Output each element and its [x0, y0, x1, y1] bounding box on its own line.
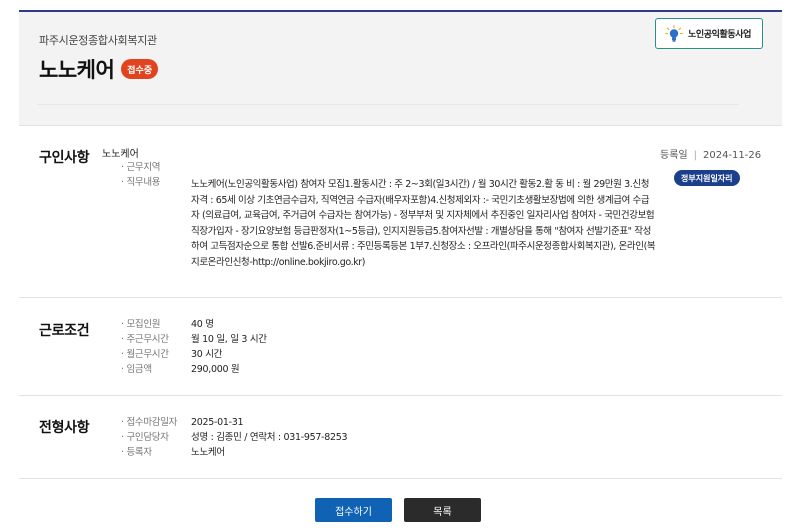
- condition-value: 290,000 원: [191, 364, 240, 375]
- condition-label: · 월근무시간: [121, 349, 169, 360]
- page-title: 노노케어: [39, 58, 115, 82]
- apply-button[interactable]: 접수하기: [315, 498, 392, 522]
- screening-value: 노노케어: [191, 447, 225, 458]
- screening-label: · 접수마감일자: [121, 417, 178, 428]
- section-title-recruit: 구인사항: [39, 150, 90, 166]
- list-button[interactable]: 목록: [404, 498, 481, 522]
- condition-label: · 주근무시간: [121, 334, 169, 345]
- section-title-screening: 전형사항: [39, 420, 90, 436]
- program-badge-label: 노인공익활동사업: [688, 30, 752, 40]
- page-header: 파주시운정종합사회복지관 노노케어 접수중 노인공익활동사업: [19, 12, 782, 125]
- reg-date-value: 2024-11-26: [702, 150, 762, 161]
- job-desc-label: · 직무내용: [121, 177, 161, 188]
- screening-row: · 접수마감일자 2025-01-31: [121, 415, 244, 430]
- lightbulb-icon: [665, 24, 683, 43]
- job-desc-row: · 직무내용: [121, 175, 191, 190]
- condition-row: · 주근무시간 월 10 일, 일 3 시간: [121, 332, 267, 347]
- condition-value: 40 명: [191, 319, 214, 330]
- gov-job-badge: 정부지원일자리: [674, 170, 740, 186]
- section-divider: [19, 125, 782, 126]
- screening-label: · 구인담당자: [121, 432, 169, 443]
- work-area-label: · 근무지역: [121, 162, 161, 173]
- section-divider: [19, 297, 782, 298]
- work-area-row: · 근무지역: [121, 160, 191, 175]
- reg-date-label: 등록일: [660, 150, 688, 161]
- screening-row: · 구인담당자 성명 : 김종민 / 연락처 : 031-957-8253: [121, 430, 348, 445]
- status-badge: 접수중: [121, 59, 159, 79]
- condition-row: · 임금액 290,000 원: [121, 362, 240, 377]
- title-row: 노노케어 접수중: [39, 54, 159, 84]
- screening-row: · 등록자 노노케어: [121, 445, 225, 460]
- org-name: 파주시운정종합사회복지관: [39, 34, 157, 47]
- condition-value: 30 시간: [191, 349, 223, 360]
- condition-row: · 모집인원 40 명: [121, 317, 214, 332]
- header-divider: [37, 104, 739, 105]
- screening-value: 성명 : 김종민 / 연락처 : 031-957-8253: [191, 432, 348, 443]
- section-divider: [19, 395, 782, 396]
- screening-label: · 등록자: [121, 447, 152, 458]
- registration-date: 등록일 | 2024-11-26: [660, 150, 762, 161]
- job-description: 노노케어(노인공익활동사업) 참여자 모집1.활동시간 : 주 2~3회(일3시…: [191, 179, 656, 268]
- condition-row: · 월근무시간 30 시간: [121, 347, 222, 362]
- screening-value: 2025-01-31: [191, 417, 244, 428]
- condition-value: 월 10 일, 일 3 시간: [191, 334, 267, 345]
- section-title-conditions: 근로조건: [39, 323, 90, 339]
- program-badge: 노인공익활동사업: [655, 18, 763, 49]
- section-divider: [19, 478, 782, 479]
- company-name: 노노케어: [102, 149, 139, 160]
- condition-label: · 모집인원: [121, 319, 161, 330]
- condition-label: · 임금액: [121, 364, 152, 375]
